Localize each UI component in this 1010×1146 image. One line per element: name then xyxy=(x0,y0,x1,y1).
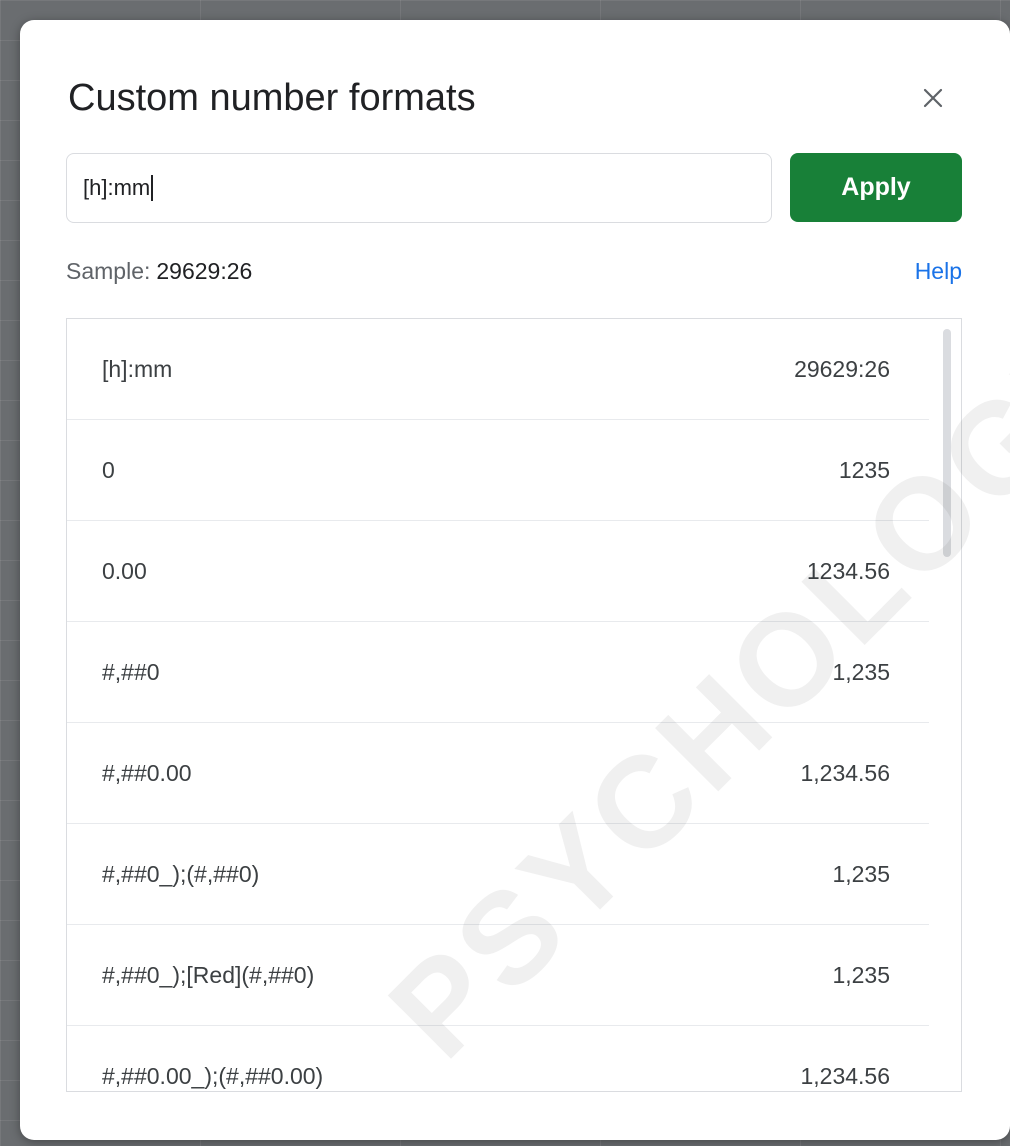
help-link[interactable]: Help xyxy=(915,258,962,285)
format-list[interactable]: [h]:mm 29629:26 0 1235 0.00 1234.56 #,##… xyxy=(66,318,962,1092)
format-pattern: [h]:mm xyxy=(102,355,173,382)
format-pattern: #,##0_);(#,##0) xyxy=(102,860,260,887)
sample-label: Sample: xyxy=(66,258,151,284)
format-pattern: #,##0.00_);(#,##0.00) xyxy=(102,1062,324,1089)
format-row[interactable]: [h]:mm 29629:26 xyxy=(67,319,929,420)
format-pattern: 0.00 xyxy=(102,557,147,584)
format-sample: 1,234.56 xyxy=(800,1062,890,1089)
list-scrollbar[interactable] xyxy=(943,329,951,557)
format-row[interactable]: #,##0.00 1,234.56 xyxy=(67,723,929,824)
format-sample: 1,235 xyxy=(832,658,890,685)
sample-preview: Sample: 29629:26 xyxy=(66,258,252,285)
format-pattern: #,##0 xyxy=(102,658,160,685)
format-input[interactable]: [h]:mm xyxy=(66,153,772,223)
format-row[interactable]: #,##0_);(#,##0) 1,235 xyxy=(67,824,929,925)
format-sample: 29629:26 xyxy=(794,355,890,382)
format-sample: 1,234.56 xyxy=(800,759,890,786)
format-sample: 1,235 xyxy=(832,860,890,887)
format-pattern: #,##0_);[Red](#,##0) xyxy=(102,961,315,988)
format-sample: 1235 xyxy=(838,456,890,483)
format-row[interactable]: #,##0 1,235 xyxy=(67,622,929,723)
format-sample: 1,235 xyxy=(832,961,890,988)
close-icon xyxy=(923,88,943,108)
sample-value: 29629:26 xyxy=(156,258,253,284)
apply-button[interactable]: Apply xyxy=(790,153,962,222)
dialog-title: Custom number formats xyxy=(68,77,476,119)
format-row[interactable]: #,##0_);[Red](#,##0) 1,235 xyxy=(67,925,929,1026)
custom-number-formats-dialog: Custom number formats [h]:mm Apply Sampl… xyxy=(20,20,1010,1140)
format-row[interactable]: #,##0.00_);(#,##0.00) 1,234.56 xyxy=(67,1026,929,1091)
format-pattern: 0 xyxy=(102,456,115,483)
text-caret xyxy=(151,175,153,201)
format-sample: 1234.56 xyxy=(806,557,890,584)
format-row[interactable]: 0 1235 xyxy=(67,420,929,521)
format-pattern: #,##0.00 xyxy=(102,759,192,786)
format-row[interactable]: 0.00 1234.56 xyxy=(67,521,929,622)
format-input-value: [h]:mm xyxy=(83,175,151,200)
close-button[interactable] xyxy=(913,78,953,118)
